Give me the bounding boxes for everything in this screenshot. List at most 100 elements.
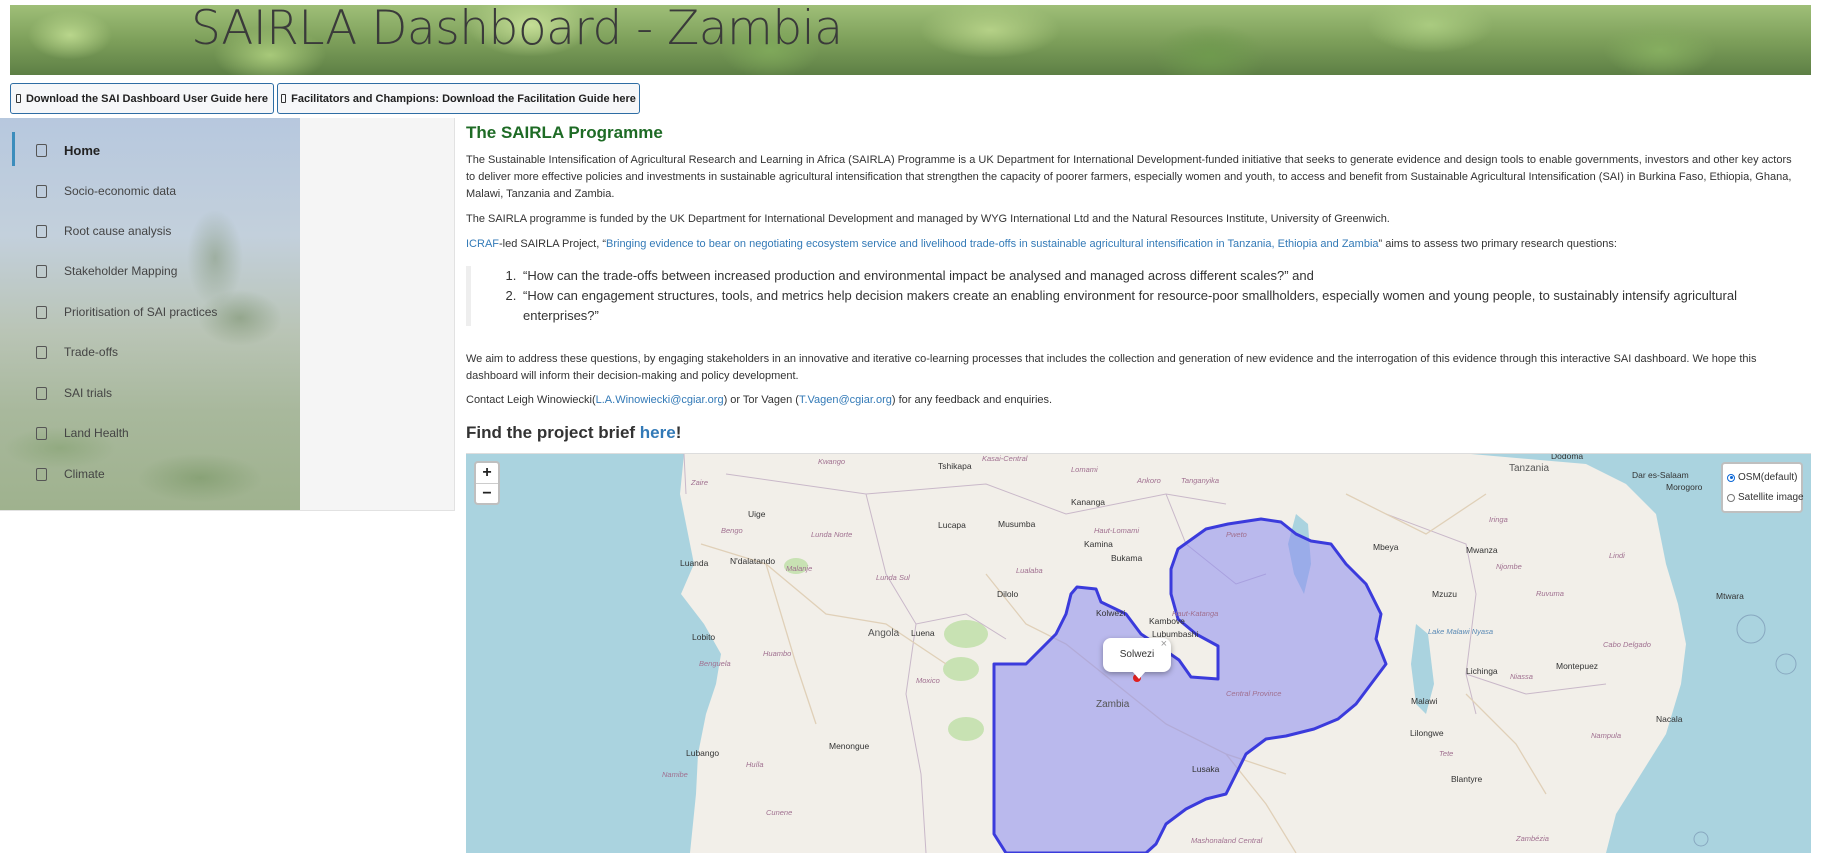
map-label: Lobito xyxy=(692,632,716,642)
contact-paragraph: Contact Leigh Winowiecki(L.A.Winowiecki@… xyxy=(466,392,1796,409)
map-popup: × Solwezi xyxy=(1103,638,1171,679)
project-text: -led SAIRLA Project, “ xyxy=(499,238,606,250)
map-label: Nampula xyxy=(1591,731,1622,740)
sidebar-background-photo: Home Socio-economic data Root cause anal… xyxy=(0,118,300,510)
sidebar-item-label: Root cause analysis xyxy=(64,224,172,238)
map-label: Tshikapa xyxy=(938,461,972,471)
map-label: Iringa xyxy=(1489,515,1508,524)
map-label: Lindi xyxy=(1609,551,1625,560)
map-label: Bengo xyxy=(721,526,743,535)
question-item: “How can the trade-offs between increase… xyxy=(520,266,1811,286)
download-user-guide-label: Download the SAI Dashboard User Guide he… xyxy=(25,92,269,105)
map-label: Luena xyxy=(911,628,935,638)
email-link-winowiecki[interactable]: L.A.Winowiecki@cgiar.org xyxy=(596,394,724,406)
project-brief-link[interactable]: here xyxy=(640,423,676,442)
mobile-icon xyxy=(281,94,287,103)
map-label: Malawi xyxy=(1411,696,1438,706)
map-label: Lunda Sul xyxy=(876,573,910,582)
layer-label: OSM(default) xyxy=(1738,472,1798,483)
download-facilitation-guide-button[interactable]: Facilitators and Champions: Download the… xyxy=(277,83,640,114)
map-label: Namibe xyxy=(662,770,688,779)
zoom-out-button[interactable]: − xyxy=(476,484,498,504)
atlantic-ocean xyxy=(466,454,721,853)
email-link-vagen[interactable]: T.Vagen@cgiar.org xyxy=(799,394,892,406)
project-paragraph: ICRAF-led SAIRLA Project, “Bringing evid… xyxy=(466,236,1796,253)
map-label: Dodoma xyxy=(1551,453,1584,461)
project-brief-heading: Find the project brief here! xyxy=(466,423,681,443)
map-label: Lichinga xyxy=(1466,666,1498,676)
map-label: Malanje xyxy=(786,564,813,573)
park-area xyxy=(948,717,984,741)
map-label: Nacala xyxy=(1656,714,1683,724)
sidebar-item-land-health[interactable]: Land Health xyxy=(0,415,300,451)
sidebar-item-label: Prioritisation of SAI practices xyxy=(64,305,218,319)
map-label: Mtwara xyxy=(1716,591,1744,601)
map-label: Cunene xyxy=(766,808,793,817)
map-label: Bukama xyxy=(1111,553,1143,563)
map-label: Central Province xyxy=(1226,689,1282,698)
sidebar-item-prioritisation[interactable]: Prioritisation of SAI practices xyxy=(0,294,300,330)
sidebar-item-label: Land Health xyxy=(64,426,129,440)
map-label: Tanganyika xyxy=(1181,476,1220,485)
flask-icon xyxy=(36,386,47,400)
funding-paragraph: The SAIRLA programme is funded by the UK… xyxy=(466,213,1390,225)
aim-paragraph: We aim to address these questions, by en… xyxy=(466,353,1757,382)
sidebar-item-label: Climate xyxy=(64,467,105,481)
zambia-highlight[interactable] xyxy=(992,517,1388,853)
layer-option-satellite[interactable]: Satellite image xyxy=(1727,492,1804,503)
map-label: Mbeya xyxy=(1373,542,1399,552)
intro-paragraph: The Sustainable Intensification of Agric… xyxy=(466,154,1792,200)
map-label: Ruvuma xyxy=(1536,589,1564,598)
map-label: N'dalatando xyxy=(730,556,776,566)
map-label: Ankoro xyxy=(1137,476,1161,485)
sidebar-item-climate[interactable]: Climate xyxy=(0,456,300,492)
map-label: Tanzania xyxy=(1509,463,1550,474)
research-questions-quote: “How can the trade-offs between increase… xyxy=(466,266,1811,326)
sidebar: Home Socio-economic data Root cause anal… xyxy=(0,118,455,511)
mobile-icon xyxy=(15,94,21,103)
sidebar-item-label: Trade-offs xyxy=(64,345,119,359)
map-label: Lake Malawi Nyasa xyxy=(1428,627,1494,636)
map-label: Haut-Katanga xyxy=(1172,609,1219,618)
map-label: Kwango xyxy=(818,457,846,466)
map-icon xyxy=(36,264,47,278)
sidebar-item-home[interactable]: Home xyxy=(0,132,300,168)
sidebar-item-stakeholder[interactable]: Stakeholder Mapping xyxy=(0,253,300,289)
map[interactable]: Angola Zambia Tanzania Malawi Luanda Lus… xyxy=(466,453,1811,853)
map-label: Mwanza xyxy=(1466,545,1498,555)
sidebar-item-label: SAI trials xyxy=(64,386,113,400)
map-label: Lubango xyxy=(686,748,720,758)
download-user-guide-button[interactable]: Download the SAI Dashboard User Guide he… xyxy=(10,83,274,114)
radio-icon[interactable] xyxy=(1727,493,1735,502)
layer-control: OSM(default) Satellite image xyxy=(1721,462,1804,513)
map-label: Zambia xyxy=(1096,699,1130,710)
header-banner: SAIRLA Dashboard - Zambia xyxy=(10,5,1811,75)
list-icon xyxy=(36,305,47,319)
sidebar-item-socio-economic[interactable]: Socio-economic data xyxy=(0,173,300,209)
sidebar-item-sai-trials[interactable]: SAI trials xyxy=(0,375,300,411)
layer-option-osm[interactable]: OSM(default) xyxy=(1727,472,1797,483)
cloud-icon xyxy=(36,467,47,481)
map-label: Lucapa xyxy=(938,520,966,530)
project-text-end: ” aims to assess two primary research qu… xyxy=(1378,238,1617,250)
zoom-in-button[interactable]: + xyxy=(476,463,498,484)
park-area xyxy=(943,657,979,681)
map-label: Niassa xyxy=(1510,672,1533,681)
project-title-link[interactable]: Bringing evidence to bear on negotiating… xyxy=(606,238,1379,250)
map-label: Pweto xyxy=(1226,530,1247,539)
map-label: Moxico xyxy=(916,676,940,685)
users-icon xyxy=(36,184,47,198)
radio-selected-icon[interactable] xyxy=(1727,473,1735,482)
sidebar-item-root-cause[interactable]: Root cause analysis xyxy=(0,213,300,249)
map-label: Njombe xyxy=(1496,562,1522,571)
sidebar-item-trade-offs[interactable]: Trade-offs xyxy=(0,334,300,370)
map-label: Huíla xyxy=(746,760,764,769)
map-label: Luanda xyxy=(680,558,709,568)
programme-title: The SAIRLA Programme xyxy=(466,123,663,142)
map-label: Montepuez xyxy=(1556,661,1599,671)
map-label: Dilolo xyxy=(997,589,1019,599)
close-icon[interactable]: × xyxy=(1161,627,1167,661)
leaf-icon xyxy=(36,426,47,440)
icraf-link[interactable]: ICRAF xyxy=(466,238,499,250)
map-label: Uige xyxy=(748,509,766,519)
